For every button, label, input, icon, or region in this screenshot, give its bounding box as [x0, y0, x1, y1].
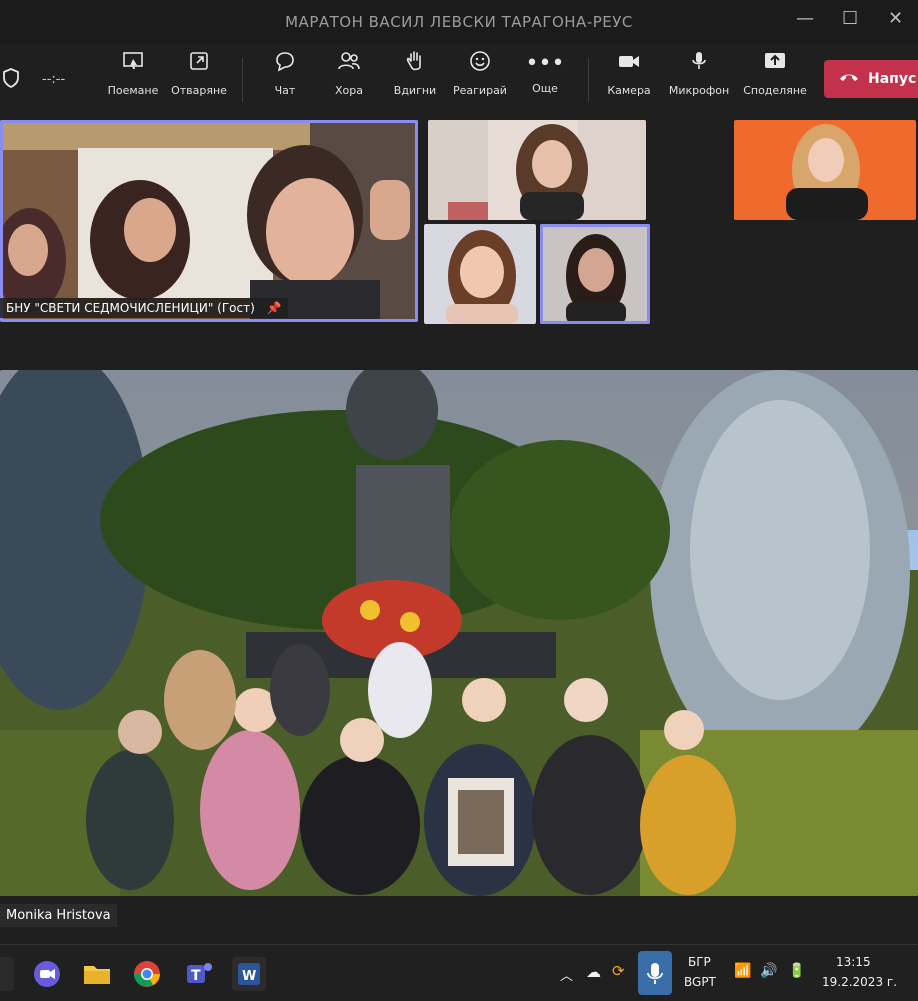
presenter-name: Monika Hristova — [6, 908, 111, 923]
chat-button[interactable]: Чат — [250, 50, 320, 97]
people-icon — [314, 50, 384, 80]
microphone-tray-icon — [647, 963, 663, 984]
microphone-icon — [664, 50, 734, 80]
share-button[interactable]: Споделяне — [740, 50, 810, 97]
pop-out-button[interactable]: Отваряне — [164, 50, 234, 97]
video-frame — [734, 120, 916, 220]
chrome-icon[interactable] — [130, 957, 164, 991]
video-tile-pinned[interactable]: БНУ "СВЕТИ СЕДМОЧИСЛЕНИЦИ" (Гост) 📌 — [0, 120, 418, 322]
presenter-name-tag: Monika Hristova — [0, 904, 117, 927]
video-tile-participant[interactable] — [540, 224, 650, 324]
pin-icon: 📌 — [266, 301, 282, 315]
video-tile-participant[interactable] — [428, 120, 646, 220]
take-control-button[interactable]: Поемане — [98, 50, 168, 97]
battery-icon[interactable]: 🔋 — [788, 963, 805, 979]
language-indicator-bottom[interactable]: BGPT — [684, 975, 716, 989]
shared-photo — [0, 370, 918, 896]
leave-label: Напус — [868, 71, 917, 87]
chat-icon — [250, 50, 320, 80]
title-bar: МАРАТОН ВАСИЛ ЛЕВСКИ ТАРАГОНА-РЕУС — ☐ ✕ — [0, 0, 918, 44]
volume-icon[interactable]: 🔊 — [760, 963, 777, 979]
microphone-tray-button[interactable] — [638, 951, 672, 995]
hang-up-icon — [838, 71, 860, 87]
people-button[interactable]: Хора — [314, 50, 384, 97]
camera-icon — [594, 50, 664, 80]
video-tile-participant[interactable] — [734, 120, 916, 220]
language-indicator-top[interactable]: БГР — [688, 955, 711, 969]
video-tile-participant[interactable] — [424, 224, 536, 324]
raise-hand-label: Вдигни — [393, 84, 437, 97]
participant-name-tag: БНУ "СВЕТИ СЕДМОЧИСЛЕНИЦИ" (Гост) 📌 — [0, 298, 288, 318]
take-control-label: Поемане — [107, 84, 159, 97]
teams-icon[interactable]: T — [182, 957, 216, 991]
camera-button[interactable]: Камера — [594, 50, 664, 97]
cloud-icon[interactable]: ☁ — [586, 963, 601, 981]
share-label: Споделяне — [743, 84, 807, 97]
video-frame — [0, 120, 418, 322]
video-frame — [428, 120, 646, 220]
meeting-stage: БНУ "СВЕТИ СЕДМОЧИСЛЕНИЦИ" (Гост) 📌 — [0, 118, 918, 938]
start-button[interactable] — [0, 957, 14, 991]
raise-hand-icon — [380, 50, 450, 80]
more-icon: ••• — [525, 51, 565, 76]
svg-text:W: W — [242, 969, 256, 984]
video-frame — [424, 224, 536, 324]
pop-out-icon — [164, 50, 234, 80]
close-button[interactable]: ✕ — [888, 8, 903, 29]
toolbar-divider — [588, 58, 589, 102]
sync-icon[interactable]: ⟳ — [612, 962, 625, 980]
microphone-label: Микрофон — [668, 84, 730, 97]
camera-label: Камера — [607, 84, 651, 97]
take-control-icon — [98, 50, 168, 80]
meeting-toolbar: --:-- Поемане Отваряне Чат Хора Вдигни Р… — [0, 44, 918, 118]
svg-text:T: T — [191, 968, 201, 984]
clock-date[interactable]: 19.2.2023 г. — [822, 975, 897, 989]
video-frame — [540, 224, 650, 324]
meeting-timer: --:-- — [42, 72, 66, 87]
window-title: МАРАТОН ВАСИЛ ЛЕВСКИ ТАРАГОНА-РЕУС — [285, 13, 633, 31]
participant-name: БНУ "СВЕТИ СЕДМОЧИСЛЕНИЦИ" (Гост) — [6, 301, 255, 315]
share-icon — [740, 50, 810, 80]
toolbar-divider — [242, 58, 243, 102]
react-icon — [445, 50, 515, 80]
react-button[interactable]: Реагирай — [445, 50, 515, 97]
meet-now-icon[interactable] — [30, 957, 64, 991]
minimize-button[interactable]: — — [796, 8, 814, 29]
os-taskbar: T W ︿ ☁ ⟳ БГР BGPT 📶 🔊 🔋 13:15 19.2.2023… — [0, 944, 918, 1001]
leave-button[interactable]: Напус — [824, 60, 918, 98]
chevron-up-icon[interactable]: ︿ — [560, 965, 573, 984]
react-label: Реагирай — [453, 84, 507, 97]
more-label: Още — [532, 82, 558, 95]
word-icon[interactable]: W — [232, 957, 266, 991]
maximize-button[interactable]: ☐ — [842, 8, 858, 29]
shared-content-view[interactable] — [0, 370, 918, 896]
wifi-icon[interactable]: 📶 — [734, 963, 751, 979]
clock-time[interactable]: 13:15 — [836, 955, 871, 969]
chat-label: Чат — [274, 84, 296, 97]
pop-out-label: Отваряне — [171, 84, 227, 97]
people-label: Хора — [335, 84, 363, 97]
raise-hand-button[interactable]: Вдигни — [380, 50, 450, 97]
file-explorer-icon[interactable] — [80, 957, 114, 991]
shield-icon — [2, 68, 20, 93]
microphone-button[interactable]: Микрофон — [664, 50, 734, 97]
more-button[interactable]: ••• Още — [510, 50, 580, 95]
